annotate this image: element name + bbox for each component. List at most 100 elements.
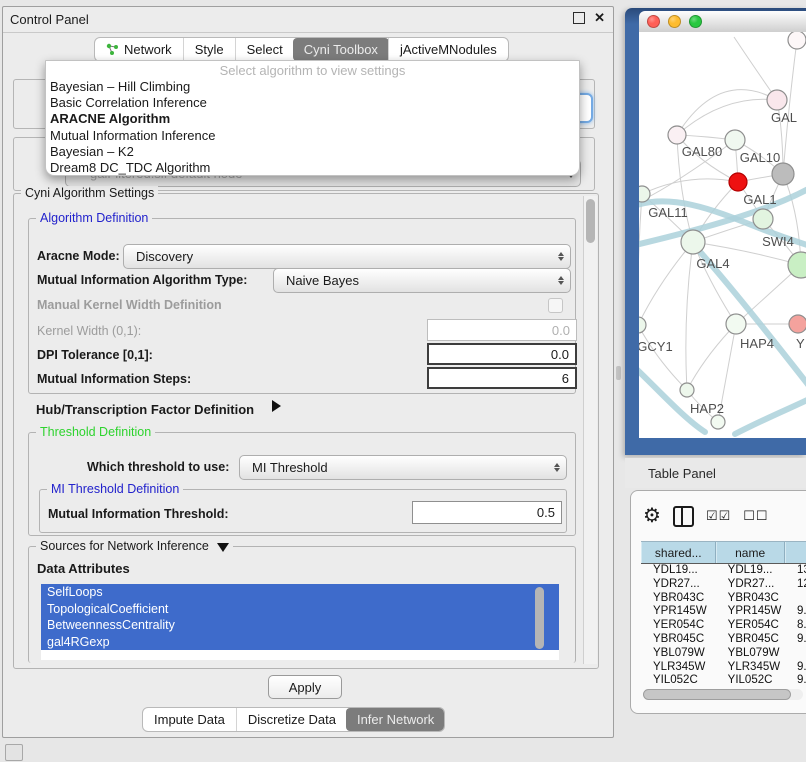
which-threshold-combobox[interactable]: MI Threshold <box>239 455 567 480</box>
table-cell[interactable]: 13 <box>785 564 806 578</box>
network-edge[interactable] <box>783 40 797 174</box>
network-edge[interactable] <box>734 37 777 100</box>
table-cell[interactable]: YBR045C <box>716 633 785 647</box>
settings-scrollbar-thumb[interactable] <box>586 199 595 243</box>
float-panel-icon[interactable] <box>573 12 585 24</box>
table-cell[interactable]: YBR045C <box>641 633 716 647</box>
manual-kernel-checkbox[interactable] <box>548 298 563 313</box>
tab-discretize-data[interactable]: Discretize Data <box>236 708 347 731</box>
table-row[interactable]: YER054CYER054C8. <box>641 619 806 633</box>
network-node[interactable] <box>788 32 806 49</box>
minimized-panel-icon[interactable] <box>5 744 23 761</box>
network-edge-highlighted[interactable] <box>735 394 806 434</box>
table-cell[interactable]: YDL19... <box>641 564 716 578</box>
network-edge[interactable] <box>639 194 642 325</box>
network-view[interactable]: GALGAL80GAL10GAL1GAL11SWI4GAL4HAP4YGCY1H… <box>639 32 806 438</box>
table-row[interactable]: YBR045CYBR045C9. <box>641 633 806 647</box>
table-cell[interactable]: YBR043C <box>641 592 716 606</box>
network-graph[interactable]: GALGAL80GAL10GAL1GAL11SWI4GAL4HAP4YGCY1H… <box>639 32 806 438</box>
network-node-gal[interactable] <box>767 90 787 110</box>
data-attribute-item[interactable]: TopologicalCoefficient <box>41 601 559 618</box>
table-row[interactable]: YPR145WYPR145W9. <box>641 605 806 619</box>
data-attributes-list[interactable]: SelfLoopsTopologicalCoefficientBetweenne… <box>41 584 559 660</box>
network-node[interactable] <box>772 163 794 185</box>
table-cell[interactable]: 12 <box>785 578 806 592</box>
tab-infer-network[interactable]: Infer Network <box>346 708 445 731</box>
table-cell[interactable]: YIL052C <box>641 674 716 688</box>
close-icon[interactable]: ✕ <box>594 12 605 24</box>
settings-scrollbar[interactable] <box>583 196 597 664</box>
minimize-traffic-light[interactable] <box>668 15 681 28</box>
table-cell[interactable]: YBL079W <box>716 647 785 661</box>
table-cell[interactable]: 9. <box>785 633 806 647</box>
table-cell[interactable]: YER054C <box>641 619 716 633</box>
algorithm-option[interactable]: Basic Correlation Inference <box>46 95 579 111</box>
table-cell[interactable]: 8. <box>785 619 806 633</box>
network-edge[interactable] <box>677 90 777 135</box>
table-cell[interactable] <box>785 592 806 606</box>
table-row[interactable]: YDR27...YDR27...12 <box>641 578 806 592</box>
kernel-width-field[interactable]: 0.0 <box>427 319 577 341</box>
tab-jactivemnodules[interactable]: jActiveMNodules <box>388 38 508 61</box>
table-cell[interactable]: YLR345W <box>716 661 785 675</box>
network-node-y[interactable] <box>789 315 806 333</box>
table-cell[interactable] <box>785 647 806 661</box>
network-node-gal10[interactable] <box>725 130 745 150</box>
expand-arrow-icon[interactable] <box>272 400 281 412</box>
attributes-scrollbar-thumb[interactable] <box>535 587 544 649</box>
network-node-hap2[interactable] <box>680 383 694 397</box>
network-node-hap4[interactable] <box>726 314 746 334</box>
table-cell[interactable]: 9. <box>785 605 806 619</box>
close-traffic-light[interactable] <box>647 15 660 28</box>
table-cell[interactable]: YER054C <box>716 619 785 633</box>
mi-steps-field[interactable]: 6 <box>427 367 577 389</box>
algorithm-option[interactable]: ARACNE Algorithm <box>46 111 579 127</box>
network-edge[interactable] <box>686 242 693 390</box>
table-cell[interactable]: YDR27... <box>716 578 785 592</box>
splitpane-sash[interactable] <box>616 366 621 380</box>
table-cell[interactable]: YBR043C <box>716 592 785 606</box>
table-cell[interactable]: YDR27... <box>641 578 716 592</box>
tab-cyni-toolbox[interactable]: Cyni Toolbox <box>293 38 389 61</box>
table-cell[interactable]: YBL079W <box>641 647 716 661</box>
table-row[interactable]: YBR043CYBR043C <box>641 592 806 606</box>
network-edge[interactable] <box>642 179 738 194</box>
network-node[interactable] <box>711 415 725 429</box>
network-node-gal4[interactable] <box>681 230 705 254</box>
data-attribute-item[interactable]: gal4RGexp <box>41 634 559 651</box>
network-edge[interactable] <box>783 174 801 265</box>
table-cell[interactable]: YPR145W <box>716 605 785 619</box>
zoom-traffic-light[interactable] <box>689 15 702 28</box>
tab-network[interactable]: Network <box>95 38 183 61</box>
algorithm-option[interactable]: Dream8 DC_TDC Algorithm <box>46 160 579 176</box>
table-cell[interactable]: YIL052C <box>716 674 785 688</box>
deselect-all-columns-icon[interactable]: ☐☐ <box>743 508 768 524</box>
table-cell[interactable]: YLR345W <box>641 661 716 675</box>
algorithm-option[interactable]: Mutual Information Inference <box>46 128 579 144</box>
table-row[interactable]: YIL052CYIL052C9. <box>641 674 806 688</box>
data-attribute-item[interactable]: SelfLoops <box>41 584 559 601</box>
network-node-gcy1[interactable] <box>639 317 646 333</box>
table-cell[interactable]: YPR145W <box>641 605 716 619</box>
tab-style[interactable]: Style <box>183 38 235 61</box>
table-horizontal-scrollbar[interactable] <box>643 689 803 700</box>
apply-button[interactable]: Apply <box>268 675 342 699</box>
table-row[interactable]: YBL079WYBL079W <box>641 647 806 661</box>
column-header-name[interactable]: name <box>716 542 785 563</box>
network-window[interactable]: GALGAL80GAL10GAL1GAL11SWI4GAL4HAP4YGCY1H… <box>625 8 806 455</box>
tab-select[interactable]: Select <box>235 38 294 61</box>
mi-type-combobox[interactable]: Naive Bayes <box>273 268 571 293</box>
table-row[interactable]: YLR345WYLR345W9. <box>641 661 806 675</box>
node-table[interactable]: shared...name YDL19...YDL19...13YDR27...… <box>641 541 806 688</box>
select-all-columns-icon[interactable]: ☑☑ <box>706 508 731 524</box>
table-cell[interactable]: 9. <box>785 661 806 675</box>
network-node-gal1[interactable] <box>729 173 747 191</box>
aracne-mode-combobox[interactable]: Discovery <box>123 244 571 269</box>
table-cell[interactable]: 9. <box>785 674 806 688</box>
algorithm-option[interactable]: Bayesian – K2 <box>46 144 579 160</box>
network-node-swi4[interactable] <box>753 209 773 229</box>
network-window-titlebar[interactable] <box>639 11 806 32</box>
table-hscroll-thumb[interactable] <box>643 689 791 700</box>
network-node-gal11[interactable] <box>639 186 650 202</box>
network-edge[interactable] <box>639 242 693 325</box>
